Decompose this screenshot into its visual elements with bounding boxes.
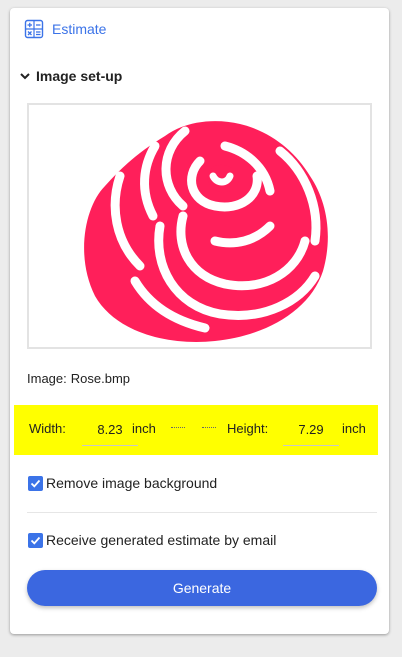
link-line-right bbox=[202, 427, 216, 428]
calculator-icon bbox=[24, 19, 44, 39]
image-filename-label: Image: Rose.bmp bbox=[27, 371, 130, 386]
remove-background-label: Remove image background bbox=[46, 475, 218, 491]
dimensions-row: Width: 8.23 inch Height: 7.29 inch bbox=[14, 405, 378, 455]
link-line-left bbox=[171, 427, 185, 428]
rose-image bbox=[84, 121, 328, 342]
width-label: Width: bbox=[29, 421, 66, 436]
section-title: Image set-up bbox=[36, 68, 123, 84]
checkmark-icon bbox=[30, 536, 41, 545]
remove-background-option[interactable]: Remove image background bbox=[28, 475, 217, 491]
height-label: Height: bbox=[227, 421, 269, 436]
remove-background-checkbox[interactable] bbox=[28, 475, 43, 491]
height-input[interactable]: 7.29 bbox=[283, 415, 339, 446]
width-unit: inch bbox=[132, 421, 156, 436]
divider bbox=[27, 512, 377, 513]
width-input[interactable]: 8.23 bbox=[82, 415, 138, 446]
email-checkbox[interactable] bbox=[28, 532, 43, 548]
height-unit: inch bbox=[342, 421, 366, 436]
image-label-prefix: Image: bbox=[27, 371, 67, 386]
chevron-down-icon bbox=[18, 69, 32, 83]
image-setup-toggle[interactable]: Image set-up bbox=[18, 66, 122, 86]
email-option[interactable]: Receive generated estimate by email bbox=[28, 532, 276, 548]
image-filename: Rose.bmp bbox=[70, 371, 130, 386]
estimate-title: Estimate bbox=[52, 21, 107, 37]
estimate-panel: Estimate Image set-up Image: Rose.bmp Wi… bbox=[10, 8, 389, 634]
image-preview bbox=[27, 103, 372, 349]
checkmark-icon bbox=[30, 479, 41, 488]
email-option-label: Receive generated estimate by email bbox=[46, 532, 277, 548]
generate-button[interactable]: Generate bbox=[27, 570, 377, 606]
estimate-link[interactable]: Estimate bbox=[24, 18, 106, 40]
